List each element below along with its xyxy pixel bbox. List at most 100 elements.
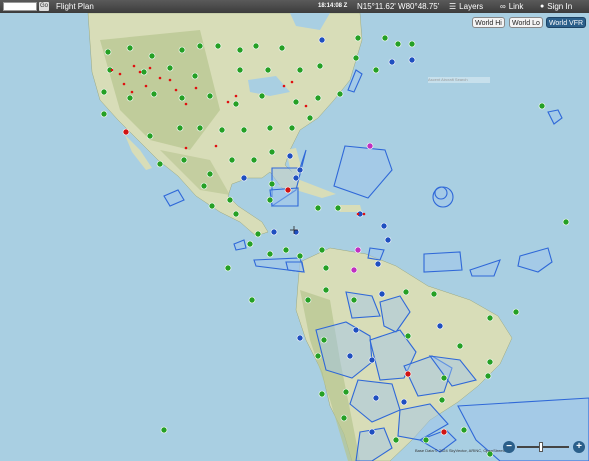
airport-marker[interactable] [240,126,248,134]
zoom-slider-track[interactable] [517,446,569,448]
airport-marker[interactable] [314,352,322,360]
airport-marker[interactable] [228,156,236,164]
airport-marker[interactable] [512,308,520,316]
airport-marker[interactable] [318,246,326,254]
airport-marker[interactable] [208,202,216,210]
airport-marker[interactable] [438,396,446,404]
tfr-marker[interactable] [282,84,286,88]
airport-marker[interactable] [346,352,354,360]
airport-marker[interactable] [224,264,232,272]
airport-marker[interactable] [314,204,322,212]
link-menu[interactable]: ∞ Link [500,1,523,12]
aeronautical-map[interactable] [0,0,589,461]
go-button[interactable]: Go [39,2,49,11]
airport-marker[interactable] [320,336,328,344]
airport-marker[interactable] [160,426,168,434]
airport-marker[interactable] [180,156,188,164]
airport-marker[interactable] [236,46,244,54]
search-input[interactable] [3,2,37,11]
airport-marker[interactable] [284,186,292,194]
airport-marker[interactable] [380,222,388,230]
airport-marker[interactable] [292,174,300,182]
airport-marker[interactable] [286,152,294,160]
tfr-marker[interactable] [122,82,126,86]
airport-marker[interactable] [318,36,326,44]
airport-marker[interactable] [440,428,448,436]
airport-marker[interactable] [296,166,304,174]
airport-marker[interactable] [176,124,184,132]
airport-marker[interactable] [392,436,400,444]
airport-marker[interactable] [352,326,360,334]
airport-marker[interactable] [100,110,108,118]
tfr-marker[interactable] [214,144,218,148]
airport-marker[interactable] [460,426,468,434]
tfr-marker[interactable] [130,90,134,94]
airport-marker[interactable] [232,210,240,218]
airport-marker[interactable] [266,124,274,132]
tfr-marker[interactable] [144,84,148,88]
airport-marker[interactable] [254,230,262,238]
airport-marker[interactable] [196,42,204,50]
airport-marker[interactable] [288,124,296,132]
airport-marker[interactable] [196,124,204,132]
zoom-slider-thumb[interactable] [538,442,543,452]
airport-marker[interactable] [122,128,130,136]
airport-marker[interactable] [334,204,342,212]
airport-marker[interactable] [486,314,494,322]
airport-marker[interactable] [266,196,274,204]
airport-marker[interactable] [366,142,374,150]
airport-marker[interactable] [296,66,304,74]
airport-marker[interactable] [240,174,248,182]
world-lo-button[interactable]: World Lo [509,17,543,28]
airport-marker[interactable] [258,92,266,100]
world-vfr-button[interactable]: World VFR [546,17,586,28]
airport-marker[interactable] [206,170,214,178]
layers-menu[interactable]: ☰ Layers [449,1,483,12]
airport-marker[interactable] [340,414,348,422]
airport-marker[interactable] [322,286,330,294]
airport-marker[interactable] [268,180,276,188]
airport-marker[interactable] [314,94,322,102]
airport-marker[interactable] [296,334,304,342]
tfr-marker[interactable] [290,80,294,84]
airport-marker[interactable] [456,342,464,350]
airport-marker[interactable] [400,398,408,406]
airport-marker[interactable] [388,58,396,66]
airport-marker[interactable] [394,40,402,48]
airport-marker[interactable] [232,100,240,108]
airport-marker[interactable] [378,290,386,298]
airport-marker[interactable] [292,98,300,106]
airport-marker[interactable] [316,62,324,70]
tfr-marker[interactable] [362,212,366,216]
airport-marker[interactable] [354,246,362,254]
airport-marker[interactable] [236,66,244,74]
airport-marker[interactable] [350,266,358,274]
tfr-marker[interactable] [234,94,238,98]
sign-in-menu[interactable]: ● Sign In [540,1,572,12]
airport-marker[interactable] [374,260,382,268]
airport-marker[interactable] [150,90,158,98]
tfr-marker[interactable] [110,68,114,72]
airport-marker[interactable] [126,44,134,52]
world-hi-button[interactable]: World Hi [472,17,505,28]
airport-marker[interactable] [206,92,214,100]
airport-marker[interactable] [156,160,164,168]
airport-marker[interactable] [538,102,546,110]
airport-marker[interactable] [104,48,112,56]
zoom-out-icon[interactable]: − [503,441,515,453]
tfr-marker[interactable] [304,104,308,108]
tfr-marker[interactable] [226,100,230,104]
airport-marker[interactable] [440,374,448,382]
tfr-marker[interactable] [138,70,142,74]
tfr-marker[interactable] [118,72,122,76]
airport-marker[interactable] [304,296,312,304]
airport-marker[interactable] [368,428,376,436]
airport-marker[interactable] [264,66,272,74]
airport-marker[interactable] [126,94,134,102]
airport-marker[interactable] [178,46,186,54]
airport-marker[interactable] [252,42,260,50]
airport-marker[interactable] [408,40,416,48]
airport-marker[interactable] [200,182,208,190]
tfr-marker[interactable] [194,86,198,90]
airport-marker[interactable] [250,156,258,164]
